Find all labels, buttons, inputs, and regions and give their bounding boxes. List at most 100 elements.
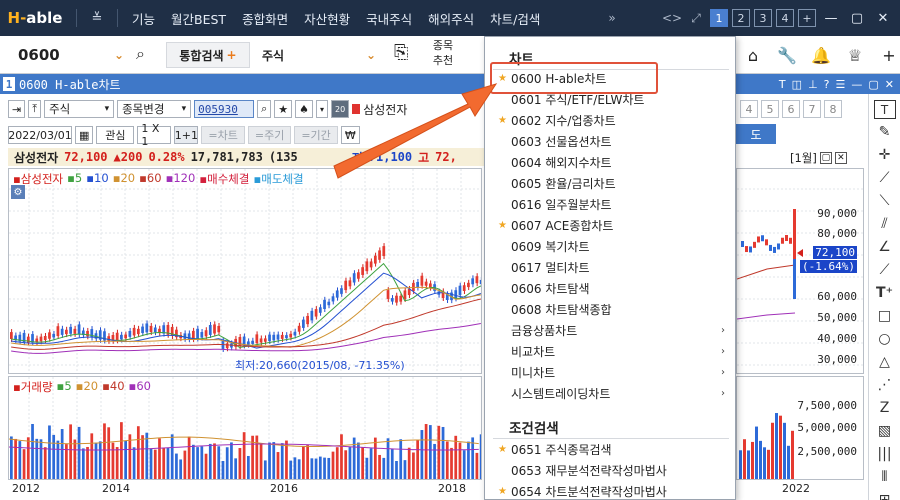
text-tool-icon[interactable]: T bbox=[873, 100, 896, 119]
menu-chart-search[interactable]: 차트/검색 bbox=[482, 9, 548, 28]
channel-tool-icon[interactable]: ⫽ bbox=[874, 215, 896, 234]
app-logo[interactable]: H-able bbox=[0, 0, 70, 36]
menu-item[interactable]: 0603 선물옵션차트 bbox=[485, 131, 735, 152]
plus-icon[interactable]: + bbox=[878, 46, 900, 65]
close-icon[interactable]: ✕ bbox=[872, 11, 894, 26]
menu-item[interactable]: 시스템트레이딩차트 › bbox=[485, 383, 735, 404]
bell-icon[interactable]: 🔔 bbox=[810, 46, 832, 65]
volume-chart-pane[interactable]: ▪거래량 ▪5 ▪20 ▪40 ▪60 bbox=[8, 376, 482, 480]
right-tab[interactable]: 도 bbox=[736, 124, 776, 144]
more-menus-icon[interactable]: » bbox=[602, 11, 622, 25]
barcode-tool-icon[interactable]: ⦀ bbox=[874, 468, 896, 487]
minimize-icon[interactable]: — bbox=[851, 78, 862, 91]
menu-collapse-icon[interactable]: ≚ bbox=[83, 11, 111, 26]
upload-icon[interactable]: ⤒ bbox=[28, 100, 42, 118]
page-tab[interactable]: 6 bbox=[782, 100, 800, 118]
right-price-pane[interactable]: 90,000 80,000 72,100 (-1.64%) 60,000 50,… bbox=[736, 168, 864, 374]
menu-item[interactable]: ★ 0651 주식종목검색 bbox=[485, 439, 735, 460]
add-document-icon[interactable]: ⎘ bbox=[394, 42, 408, 63]
interest-button[interactable]: 관심 bbox=[96, 126, 135, 144]
stock-type-select[interactable]: 주식 ⌄ bbox=[254, 42, 382, 68]
menu-function[interactable]: 기능 bbox=[124, 9, 163, 28]
rectangle-tool-icon[interactable]: □ bbox=[874, 307, 896, 326]
spade-icon[interactable]: ♠ bbox=[295, 100, 314, 118]
menu-item[interactable]: ★ 0602 지수/업종차트 bbox=[485, 110, 735, 131]
screen-page-3[interactable]: 3 bbox=[754, 9, 772, 27]
menu-item[interactable]: 0653 재무분석전략작성마법사 bbox=[485, 460, 735, 481]
fibonacci-tool-icon[interactable]: ⋰ bbox=[874, 376, 896, 395]
chart-settings-icon[interactable]: ⚙ bbox=[11, 185, 25, 199]
menu-monthly-best[interactable]: 월간BEST bbox=[163, 9, 234, 28]
change-stock-select[interactable]: 종목변경 ▾ bbox=[117, 100, 192, 118]
menu-item[interactable]: 0605 환율/금리차트 bbox=[485, 173, 735, 194]
trendline-tool-icon[interactable]: ⟍ bbox=[874, 192, 896, 211]
screen-page-1[interactable]: 1 bbox=[710, 9, 728, 27]
crosshair-tool-icon[interactable]: ✛ bbox=[874, 146, 896, 165]
maximize-icon[interactable]: ▢ bbox=[846, 11, 868, 26]
menu-item[interactable]: 0609 복기차트 bbox=[485, 236, 735, 257]
screen-page-2[interactable]: 2 bbox=[732, 9, 750, 27]
date-input[interactable]: 2022/03/01 bbox=[8, 126, 72, 144]
add-screen-button[interactable]: + bbox=[798, 9, 816, 27]
menu-item[interactable]: 0606 차트탐색 bbox=[485, 278, 735, 299]
link-icon[interactable]: ⊥ bbox=[808, 78, 818, 91]
menu-assets[interactable]: 자산현황 bbox=[296, 9, 358, 28]
minimize-icon[interactable]: — bbox=[820, 11, 842, 26]
expand-icon[interactable]: ⇥ bbox=[8, 100, 26, 118]
pen-tool-icon[interactable]: ✎ bbox=[874, 123, 896, 142]
menu-item[interactable]: 0604 해외지수차트 bbox=[485, 152, 735, 173]
zigzag-tool-icon[interactable]: Ζ bbox=[874, 399, 896, 418]
menu-item[interactable]: 0616 일주월분차트 bbox=[485, 194, 735, 215]
menu-item[interactable]: ★ 0607 ACE종합차트 bbox=[485, 215, 735, 236]
code-badge-icon[interactable]: 20 bbox=[331, 100, 350, 118]
menu-item[interactable]: 비교차트 › bbox=[485, 341, 735, 362]
price-chart-pane[interactable]: ▪삼성전자 ▪5 ▪10 ▪20 ▪60 ▪120 ▪매수체결 ▪매도체결 ⚙ … bbox=[8, 168, 482, 374]
bars-tool-icon[interactable]: ||| bbox=[874, 445, 896, 464]
ruler-tool-icon[interactable]: ⟋ bbox=[874, 261, 896, 280]
grid-select[interactable]: 1 X 1 bbox=[137, 122, 172, 148]
grid-expand-button[interactable]: 1+1 bbox=[174, 126, 199, 144]
restore-icon[interactable]: ▢ bbox=[819, 152, 832, 164]
menu-foreign-stock[interactable]: 해외주식 bbox=[420, 9, 482, 28]
pattern-tool-icon[interactable]: ▧ bbox=[874, 422, 896, 441]
text-plus-tool-icon[interactable]: T⁺ bbox=[874, 284, 896, 303]
screen-page-4[interactable]: 4 bbox=[776, 9, 794, 27]
fullscreen-icon[interactable]: ⤢ bbox=[686, 11, 706, 26]
wrench-icon[interactable]: 🔧 bbox=[776, 46, 798, 65]
menu-overview[interactable]: 종합화면 bbox=[234, 9, 296, 28]
price-chart[interactable] bbox=[9, 169, 482, 374]
chart-button[interactable]: =차트 bbox=[201, 126, 245, 144]
stock-recommend-button[interactable]: 종목 추천 bbox=[420, 38, 466, 68]
angle-tool-icon[interactable]: ∠ bbox=[874, 238, 896, 257]
grid-tool-icon[interactable]: ⊞ bbox=[874, 491, 896, 500]
star-icon[interactable]: ★ bbox=[274, 100, 293, 118]
tile-icon[interactable]: ◫ bbox=[792, 78, 802, 91]
menu-item[interactable]: 금융상품차트 › bbox=[485, 320, 735, 341]
integrated-search-button[interactable]: 통합검색 + bbox=[166, 42, 250, 68]
search-icon[interactable]: ⌕ bbox=[257, 100, 272, 118]
chevron-down-icon[interactable]: ⌄ bbox=[114, 48, 124, 62]
circle-tool-icon[interactable]: ○ bbox=[874, 330, 896, 349]
currency-icon[interactable]: ₩ bbox=[340, 126, 360, 144]
window-icon[interactable]: ☰ bbox=[836, 78, 846, 91]
page-tab[interactable]: 7 bbox=[803, 100, 821, 118]
calendar-icon[interactable]: ▦ bbox=[75, 126, 94, 144]
home-icon[interactable]: ⌂ bbox=[742, 46, 764, 65]
menu-domestic-stock[interactable]: 국내주식 bbox=[358, 9, 420, 28]
close-icon[interactable]: ✕ bbox=[834, 152, 847, 164]
maximize-icon[interactable]: ▢ bbox=[868, 78, 878, 91]
search-icon[interactable]: ⌕ bbox=[136, 44, 145, 64]
triangle-tool-icon[interactable]: △ bbox=[874, 353, 896, 372]
stock-code-input[interactable]: 005930 bbox=[194, 100, 255, 118]
crown-icon[interactable]: ♕ bbox=[844, 46, 866, 65]
page-tab[interactable]: 4 bbox=[740, 100, 758, 118]
menu-item[interactable]: 0617 멀티차트 bbox=[485, 257, 735, 278]
menu-item[interactable]: ★ 0654 차트분석전략작성마법사 bbox=[485, 481, 735, 500]
cycle-button[interactable]: =주기 bbox=[247, 126, 292, 144]
menu-item[interactable]: 미니차트 › bbox=[485, 362, 735, 383]
menu-item[interactable]: 0608 차트탐색종합 bbox=[485, 299, 735, 320]
market-select[interactable]: 주식 ▾ bbox=[44, 100, 115, 118]
page-tab[interactable]: 8 bbox=[824, 100, 842, 118]
close-icon[interactable]: ✕ bbox=[885, 78, 894, 91]
period-icon[interactable]: ▾ bbox=[316, 100, 329, 118]
